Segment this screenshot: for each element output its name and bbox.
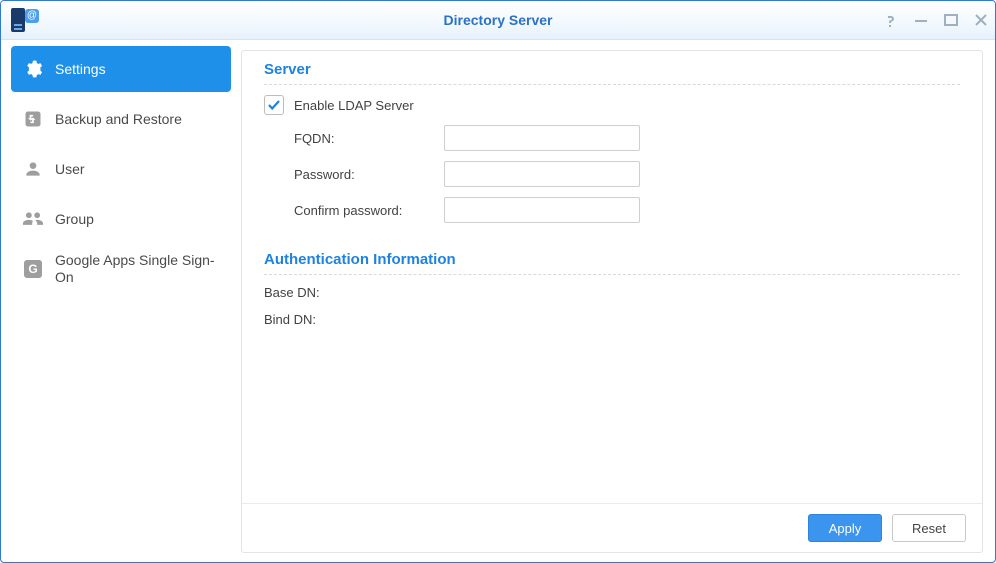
group-icon (21, 209, 45, 229)
sidebar-item-google-sso[interactable]: G Google Apps Single Sign-On (11, 246, 231, 292)
sidebar-item-label: Google Apps Single Sign-On (55, 252, 221, 286)
sidebar-item-settings[interactable]: Settings (11, 46, 231, 92)
sidebar-item-user[interactable]: User (11, 146, 231, 192)
sidebar-item-label: Settings (55, 61, 106, 78)
window-controls (883, 1, 989, 39)
sidebar-item-label: Backup and Restore (55, 111, 182, 128)
basedn-label: Base DN: (264, 285, 320, 300)
window-title: Directory Server (1, 12, 995, 28)
app-icon: @ (11, 7, 37, 33)
settings-panel: Server Enable LDAP Server FQDN: Password… (241, 50, 983, 553)
maximize-button[interactable] (943, 12, 959, 28)
reset-button[interactable]: Reset (892, 514, 966, 542)
password-input[interactable] (444, 161, 640, 187)
user-icon (21, 159, 45, 179)
sidebar-item-label: Group (55, 211, 94, 228)
minimize-button[interactable] (913, 12, 929, 28)
confirm-password-label: Confirm password: (294, 203, 444, 218)
close-button[interactable] (973, 12, 989, 28)
confirm-password-input[interactable] (444, 197, 640, 223)
sidebar: Settings Backup and Restore User Group (1, 40, 241, 563)
fqdn-input[interactable] (444, 125, 640, 151)
enable-ldap-label: Enable LDAP Server (294, 98, 414, 113)
binddn-label: Bind DN: (264, 312, 316, 327)
app-window: @ Directory Server Settings (0, 0, 996, 563)
password-label: Password: (294, 167, 444, 182)
panel-footer: Apply Reset (242, 503, 982, 552)
sidebar-item-label: User (55, 161, 85, 178)
gear-icon (21, 59, 45, 79)
sidebar-item-backup[interactable]: Backup and Restore (11, 96, 231, 142)
apply-button[interactable]: Apply (808, 514, 882, 542)
help-button[interactable] (883, 12, 899, 28)
sidebar-item-group[interactable]: Group (11, 196, 231, 242)
enable-ldap-checkbox[interactable] (264, 95, 284, 115)
backup-restore-icon (21, 109, 45, 129)
fqdn-label: FQDN: (294, 131, 444, 146)
server-section-title: Server (264, 61, 960, 85)
titlebar: @ Directory Server (1, 1, 995, 40)
google-apps-icon: G (21, 260, 45, 278)
auth-section-title: Authentication Information (264, 251, 960, 275)
